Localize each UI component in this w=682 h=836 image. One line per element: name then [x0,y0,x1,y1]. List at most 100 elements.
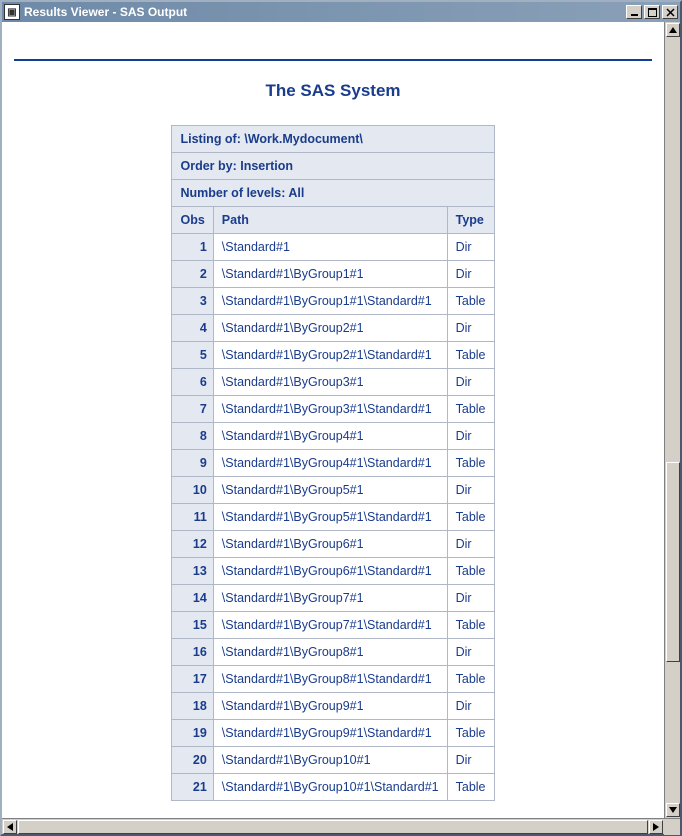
path-cell: \Standard#1\ByGroup7#1 [213,585,447,612]
obs-cell: 21 [172,774,213,801]
obs-cell: 7 [172,396,213,423]
obs-cell: 9 [172,450,213,477]
obs-header: Obs [172,207,213,234]
obs-cell: 4 [172,315,213,342]
divider [14,59,652,61]
obs-cell: 20 [172,747,213,774]
type-cell: Table [447,774,494,801]
table-row: 14\Standard#1\ByGroup7#1Dir [172,585,494,612]
scroll-up-button[interactable] [666,23,680,37]
path-cell: \Standard#1\ByGroup9#1 [213,693,447,720]
type-cell: Table [447,450,494,477]
chevron-down-icon [669,807,677,813]
scroll-right-button[interactable] [649,820,663,834]
table-row: 16\Standard#1\ByGroup8#1Dir [172,639,494,666]
type-cell: Dir [447,477,494,504]
close-icon [666,8,675,17]
table-row: 20\Standard#1\ByGroup10#1Dir [172,747,494,774]
chevron-left-icon [7,823,13,831]
path-cell: \Standard#1\ByGroup4#1\Standard#1 [213,450,447,477]
obs-cell: 10 [172,477,213,504]
content-wrapper: The SAS System Listing of: \Work.Mydocum… [2,22,680,818]
type-cell: Table [447,396,494,423]
type-cell: Dir [447,585,494,612]
type-cell: Table [447,558,494,585]
window-title: Results Viewer - SAS Output [24,5,624,19]
table-row: 7\Standard#1\ByGroup3#1\Standard#1Table [172,396,494,423]
obs-cell: 12 [172,531,213,558]
type-cell: Dir [447,369,494,396]
type-cell: Table [447,342,494,369]
table-row: 13\Standard#1\ByGroup6#1\Standard#1Table [172,558,494,585]
table-row: 5\Standard#1\ByGroup2#1\Standard#1Table [172,342,494,369]
titlebar[interactable]: ▣ Results Viewer - SAS Output [2,2,680,22]
path-cell: \Standard#1\ByGroup8#1\Standard#1 [213,666,447,693]
column-header-row: Obs Path Type [172,207,494,234]
obs-cell: 6 [172,369,213,396]
type-cell: Dir [447,531,494,558]
obs-cell: 3 [172,288,213,315]
maximize-icon [648,8,657,17]
type-cell: Dir [447,261,494,288]
path-cell: \Standard#1\ByGroup9#1\Standard#1 [213,720,447,747]
page-title: The SAS System [14,81,652,101]
type-cell: Table [447,288,494,315]
path-cell: \Standard#1\ByGroup7#1\Standard#1 [213,612,447,639]
path-cell: \Standard#1\ByGroup6#1\Standard#1 [213,558,447,585]
obs-cell: 1 [172,234,213,261]
table-row: 21\Standard#1\ByGroup10#1\Standard#1Tabl… [172,774,494,801]
table-row: 9\Standard#1\ByGroup4#1\Standard#1Table [172,450,494,477]
type-cell: Dir [447,747,494,774]
table-row: 19\Standard#1\ByGroup9#1\Standard#1Table [172,720,494,747]
table-row: 6\Standard#1\ByGroup3#1Dir [172,369,494,396]
table-row: 17\Standard#1\ByGroup8#1\Standard#1Table [172,666,494,693]
path-cell: \Standard#1\ByGroup2#1 [213,315,447,342]
horizontal-scroll-thumb[interactable] [18,820,648,834]
type-cell: Dir [447,423,494,450]
path-cell: \Standard#1\ByGroup10#1\Standard#1 [213,774,447,801]
path-header: Path [213,207,447,234]
levels-cell: Number of levels: All [172,180,494,207]
scroll-left-button[interactable] [3,820,17,834]
path-cell: \Standard#1\ByGroup3#1\Standard#1 [213,396,447,423]
vertical-scrollbar[interactable] [664,22,680,818]
type-cell: Table [447,612,494,639]
table-row: 10\Standard#1\ByGroup5#1Dir [172,477,494,504]
path-cell: \Standard#1\ByGroup5#1 [213,477,447,504]
obs-cell: 19 [172,720,213,747]
path-cell: \Standard#1\ByGroup6#1 [213,531,447,558]
obs-cell: 14 [172,585,213,612]
obs-cell: 18 [172,693,213,720]
obs-cell: 13 [172,558,213,585]
minimize-icon [630,8,639,17]
orderby-header-row: Order by: Insertion [172,153,494,180]
obs-cell: 17 [172,666,213,693]
scroll-down-button[interactable] [666,803,680,817]
table-row: 1\Standard#1Dir [172,234,494,261]
chevron-up-icon [669,27,677,33]
type-cell: Dir [447,315,494,342]
type-header: Type [447,207,494,234]
table-row: 4\Standard#1\ByGroup2#1Dir [172,315,494,342]
obs-cell: 5 [172,342,213,369]
path-cell: \Standard#1\ByGroup4#1 [213,423,447,450]
type-cell: Table [447,720,494,747]
path-cell: \Standard#1\ByGroup8#1 [213,639,447,666]
vertical-scroll-thumb[interactable] [666,462,680,662]
path-cell: \Standard#1\ByGroup3#1 [213,369,447,396]
minimize-button[interactable] [626,5,642,19]
path-cell: \Standard#1\ByGroup1#1\Standard#1 [213,288,447,315]
table-row: 2\Standard#1\ByGroup1#1Dir [172,261,494,288]
close-button[interactable] [662,5,678,19]
maximize-button[interactable] [644,5,660,19]
path-cell: \Standard#1\ByGroup2#1\Standard#1 [213,342,447,369]
horizontal-scrollbar[interactable] [2,818,680,834]
obs-cell: 16 [172,639,213,666]
type-cell: Table [447,504,494,531]
obs-cell: 11 [172,504,213,531]
listing-table: Listing of: \Work.Mydocument\ Order by: … [171,125,494,801]
chevron-right-icon [653,823,659,831]
type-cell: Table [447,666,494,693]
path-cell: \Standard#1\ByGroup10#1 [213,747,447,774]
table-row: 12\Standard#1\ByGroup6#1Dir [172,531,494,558]
